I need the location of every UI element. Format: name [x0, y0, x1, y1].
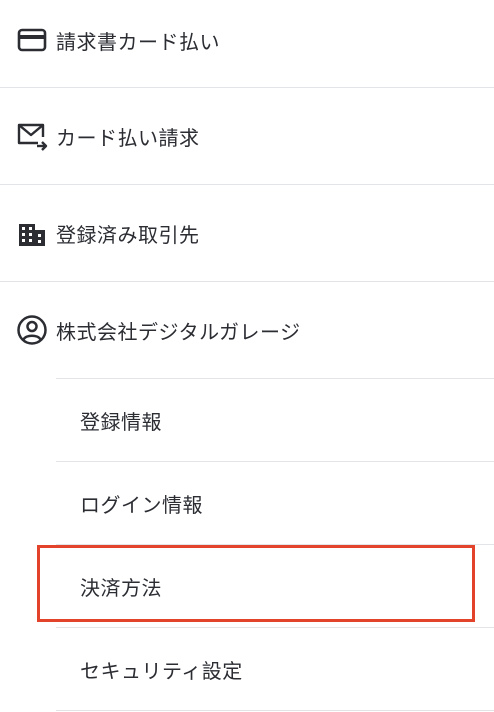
menu-item-invoice-card-payment[interactable]: 請求書カード払い [0, 0, 494, 88]
menu-item-company-account[interactable]: 株式会社デジタルガレージ [0, 282, 494, 378]
mail-send-icon [16, 120, 48, 152]
settings-menu: 請求書カード払い カード払い請求 登録済み取引先 株式会社デジタルガレージ 登録… [0, 0, 494, 712]
menu-item-label: 株式会社デジタルガレージ [56, 319, 301, 344]
submenu-item-label: セキュリティ設定 [80, 658, 243, 683]
menu-item-label: 請求書カード払い [56, 29, 220, 54]
menu-item-registered-partners[interactable]: 登録済み取引先 [0, 185, 494, 281]
menu-item-label: 登録済み取引先 [56, 222, 200, 247]
submenu-item-label: ログイン情報 [80, 492, 203, 517]
submenu-item-label: 登録情報 [80, 409, 162, 434]
user-circle-icon [16, 314, 48, 346]
building-icon [16, 217, 48, 249]
divider [56, 710, 494, 711]
credit-card-icon [16, 24, 48, 56]
submenu-item-payment-method[interactable]: 決済方法 [56, 545, 494, 627]
submenu-item-label: 決済方法 [80, 575, 162, 600]
submenu-item-login-info[interactable]: ログイン情報 [56, 462, 494, 544]
submenu-item-security-settings[interactable]: セキュリティ設定 [56, 628, 494, 710]
menu-item-card-payment-request[interactable]: カード払い請求 [0, 88, 494, 184]
submenu-item-registration-info[interactable]: 登録情報 [56, 379, 494, 461]
menu-item-label: カード払い請求 [56, 125, 200, 150]
